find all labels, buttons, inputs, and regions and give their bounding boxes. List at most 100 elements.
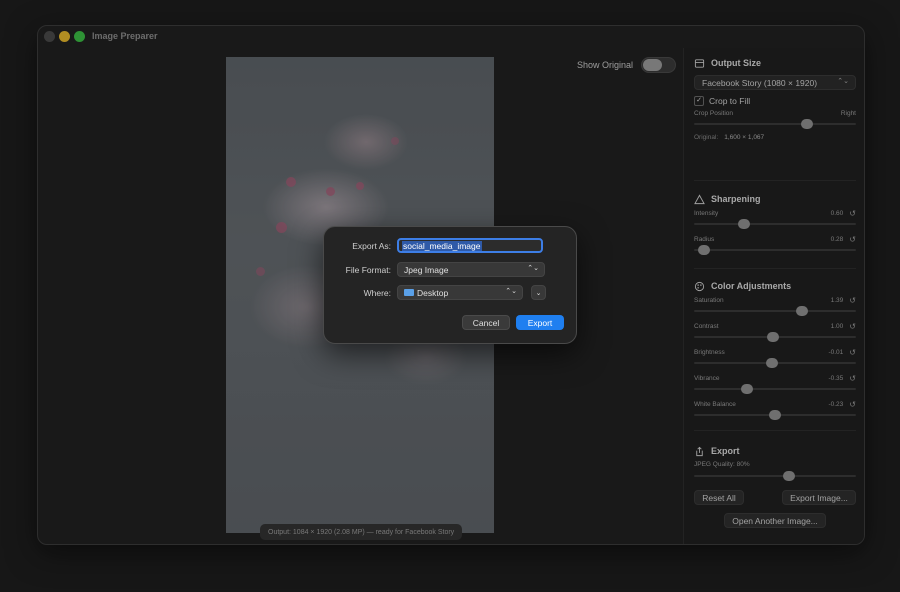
white-balance-label: White Balance [694, 400, 736, 408]
original-size: Original: 1,600 × 1,067 [694, 134, 856, 141]
slider-track [694, 388, 856, 390]
export-heading: Export [694, 444, 856, 458]
reset-all-button[interactable]: Reset All [694, 490, 744, 505]
zoom-window-button[interactable] [74, 31, 85, 42]
color-adjustments-section: Color Adjustments Saturation 1.39 ↺ Contr… [694, 279, 856, 420]
export-as-value: social_media_image [402, 240, 482, 251]
radius-slider[interactable] [694, 245, 856, 255]
saturation-label: Saturation [694, 296, 724, 304]
open-another-row: Open Another Image... [694, 513, 856, 528]
contrast-value: 1.00 [830, 322, 844, 330]
show-original-control: Show Original [577, 57, 677, 73]
crop-to-fill-checkbox[interactable]: ✓ [694, 96, 704, 106]
output-size-value: Facebook Story (1080 × 1920) [702, 77, 818, 88]
sharpening-title: Sharpening [711, 194, 761, 204]
color-adjustments-heading: Color Adjustments [694, 279, 856, 293]
crop-to-fill-label: Crop to Fill [709, 96, 751, 106]
minimize-window-button[interactable] [59, 31, 70, 42]
contrast-label: Contrast [694, 322, 719, 330]
brightness-label: Brightness [694, 348, 725, 356]
triangle-icon [694, 193, 705, 204]
saturation-labels: Saturation 1.39 ↺ [694, 295, 856, 305]
sharpening-section: Sharpening Intensity 0.60 ↺ Radius 0.28 ↺ [694, 192, 856, 255]
share-icon [696, 446, 703, 456]
close-window-button[interactable] [44, 31, 55, 42]
jpeg-quality-slider[interactable] [694, 471, 856, 481]
title-bar: Image Preparer [38, 26, 864, 48]
divider [694, 268, 856, 269]
slider-thumb[interactable] [741, 384, 753, 394]
intensity-value: 0.60 [830, 209, 844, 217]
where-row: Where: Desktop ⌃⌄ ⌄ [324, 285, 546, 300]
saturation-value: 1.39 [830, 296, 844, 304]
brightness-slider[interactable] [694, 358, 856, 368]
where-label: Where: [363, 287, 391, 298]
export-as-label: Export As: [352, 240, 391, 251]
saturation-slider[interactable] [694, 306, 856, 316]
updown-chevron-icon: ⌃⌄ [505, 288, 517, 295]
status-pill: Output: 1084 × 1920 (2.08 MP) — ready fo… [260, 524, 463, 540]
reset-icon[interactable]: ↺ [849, 209, 856, 218]
contrast-labels: Contrast 1.00 ↺ [694, 321, 856, 331]
show-original-label: Show Original [577, 60, 634, 70]
where-select[interactable]: Desktop ⌃⌄ [397, 285, 523, 300]
vibrance-slider[interactable] [694, 384, 856, 394]
export-as-input[interactable]: social_media_image [397, 238, 543, 253]
radius-value: 0.28 [830, 235, 844, 243]
file-format-select[interactable]: Jpeg Image ⌃⌄ [397, 262, 545, 277]
white-balance-slider[interactable] [694, 410, 856, 420]
intensity-slider[interactable] [694, 219, 856, 229]
where-value: Desktop [417, 287, 449, 298]
crop-position-labels: Crop Position Right [694, 110, 856, 117]
export-button[interactable]: Export [516, 315, 564, 330]
crop-position-slider[interactable] [694, 119, 856, 129]
slider-thumb[interactable] [769, 410, 781, 420]
slider-track [694, 310, 856, 312]
export-title: Export [711, 446, 740, 456]
show-original-toggle[interactable] [641, 57, 677, 73]
slider-thumb[interactable] [801, 119, 813, 129]
reset-icon[interactable]: ↺ [849, 348, 856, 357]
color-adjustments-title: Color Adjustments [711, 281, 792, 291]
output-size-section: Output Size Facebook Story (1080 × 1920)… [694, 56, 856, 141]
expand-chevron-button[interactable]: ⌄ [531, 285, 546, 300]
crop-to-fill-row[interactable]: ✓ Crop to Fill [694, 95, 856, 107]
reset-icon[interactable]: ↺ [849, 322, 856, 331]
divider [694, 180, 856, 181]
slider-thumb[interactable] [698, 245, 710, 255]
palette-icon [694, 281, 705, 291]
slider-track [694, 249, 856, 251]
output-size-select[interactable]: Facebook Story (1080 × 1920) ⌃⌄ [694, 75, 856, 90]
vibrance-value: -0.35 [828, 374, 844, 382]
open-another-image-button[interactable]: Open Another Image... [724, 513, 826, 528]
export-image-button[interactable]: Export Image... [782, 490, 856, 505]
white-balance-value: -0.23 [828, 400, 844, 408]
white-balance-labels: White Balance -0.23 ↺ [694, 399, 856, 409]
reset-icon[interactable]: ↺ [849, 235, 856, 244]
output-size-heading: Output Size [694, 56, 856, 70]
export-as-row: Export As: social_media_image [324, 238, 543, 253]
jpeg-quality-label: JPEG Quality: 80% [694, 461, 750, 468]
cancel-button[interactable]: Cancel [462, 315, 510, 330]
original-size-value: 1,600 × 1,067 [724, 134, 765, 141]
reset-icon[interactable]: ↺ [849, 374, 856, 383]
reset-icon[interactable]: ↺ [849, 296, 856, 305]
crop-position-right-label: Right [840, 110, 856, 117]
slider-thumb[interactable] [766, 358, 778, 368]
slider-thumb[interactable] [738, 219, 750, 229]
sharpening-heading: Sharpening [694, 192, 856, 206]
slider-thumb[interactable] [796, 306, 808, 316]
file-format-row: File Format: Jpeg Image ⌃⌄ [324, 262, 545, 277]
file-format-value: Jpeg Image [404, 264, 449, 275]
brightness-labels: Brightness -0.01 ↺ [694, 347, 856, 357]
sidebar: Output Size Facebook Story (1080 × 1920)… [683, 48, 864, 544]
contrast-slider[interactable] [694, 332, 856, 342]
divider [694, 430, 856, 431]
crop-position-label: Crop Position [694, 110, 734, 117]
export-dialog: Export As: social_media_image File Forma… [323, 226, 577, 344]
slider-thumb[interactable] [783, 471, 795, 481]
reset-icon[interactable]: ↺ [849, 400, 856, 409]
slider-track [694, 475, 856, 477]
slider-thumb[interactable] [767, 332, 779, 342]
export-button-row: Reset All Export Image... [694, 490, 856, 505]
